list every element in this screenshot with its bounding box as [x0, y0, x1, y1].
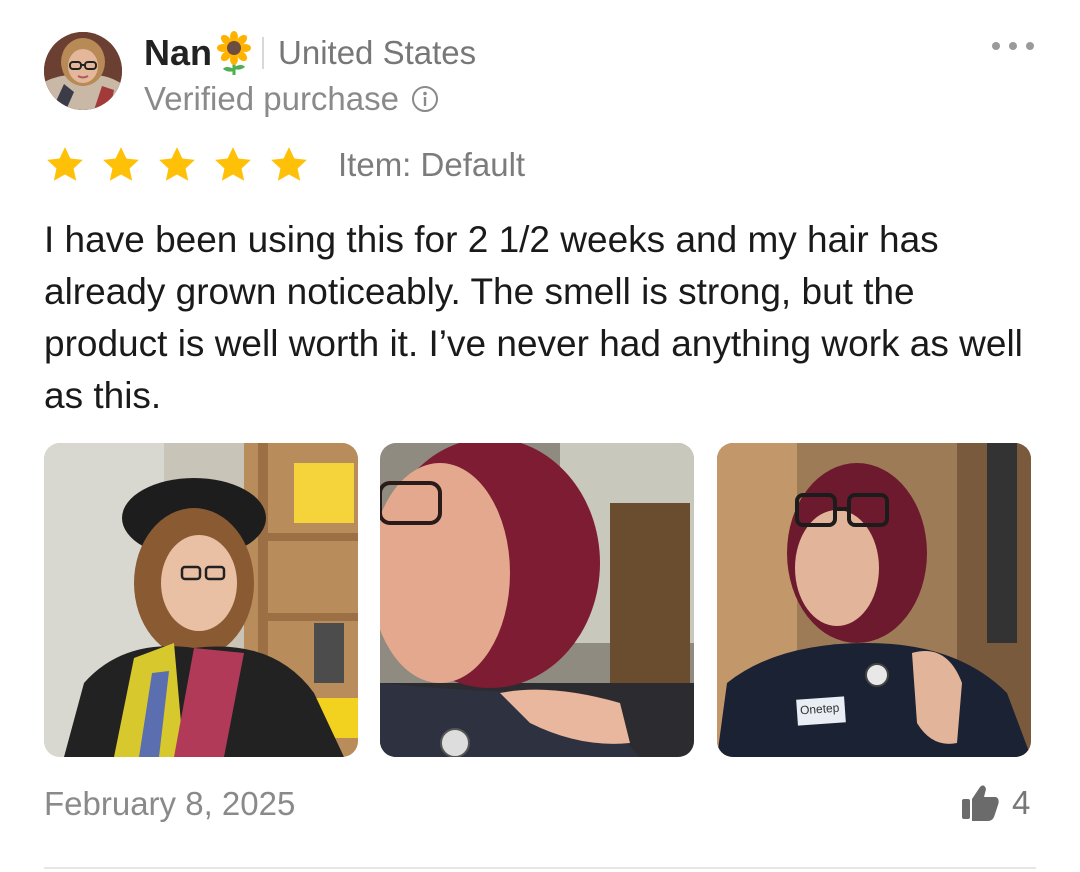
- review-date: February 8, 2025: [44, 785, 296, 822]
- like-count: 4: [1012, 784, 1031, 821]
- rating-row: Item: Default: [44, 140, 525, 190]
- verified-label: Verified purchase: [144, 80, 399, 117]
- info-icon[interactable]: [411, 85, 439, 113]
- review-photo-3[interactable]: Onetep: [717, 443, 1031, 757]
- thumbs-up-icon: [958, 781, 1002, 825]
- star-rating: [44, 144, 324, 186]
- review-photo-1[interactable]: [44, 443, 358, 757]
- reviewer-country: United States: [278, 34, 477, 71]
- star-icon: [44, 144, 86, 186]
- sunflower-icon: [216, 31, 252, 75]
- reviewer-avatar[interactable]: [44, 32, 122, 110]
- star-icon: [156, 144, 198, 186]
- review-text: I have been using this for 2 1/2 weeks a…: [44, 219, 1023, 416]
- shirt-name-tag: Onetep: [799, 700, 840, 718]
- more-options-icon[interactable]: [992, 34, 1034, 58]
- divider: [262, 37, 265, 69]
- reviewer-header: Nan United States: [144, 28, 476, 78]
- bottom-divider: [44, 867, 1036, 869]
- item-variant: Item: Default: [338, 146, 526, 183]
- star-icon: [100, 144, 142, 186]
- like-button[interactable]: 4: [958, 778, 1030, 828]
- star-icon: [268, 144, 310, 186]
- verified-purchase: Verified purchase: [144, 78, 439, 120]
- reviewer-name[interactable]: Nan: [144, 32, 212, 74]
- review-photo-2[interactable]: [380, 443, 694, 757]
- star-icon: [212, 144, 254, 186]
